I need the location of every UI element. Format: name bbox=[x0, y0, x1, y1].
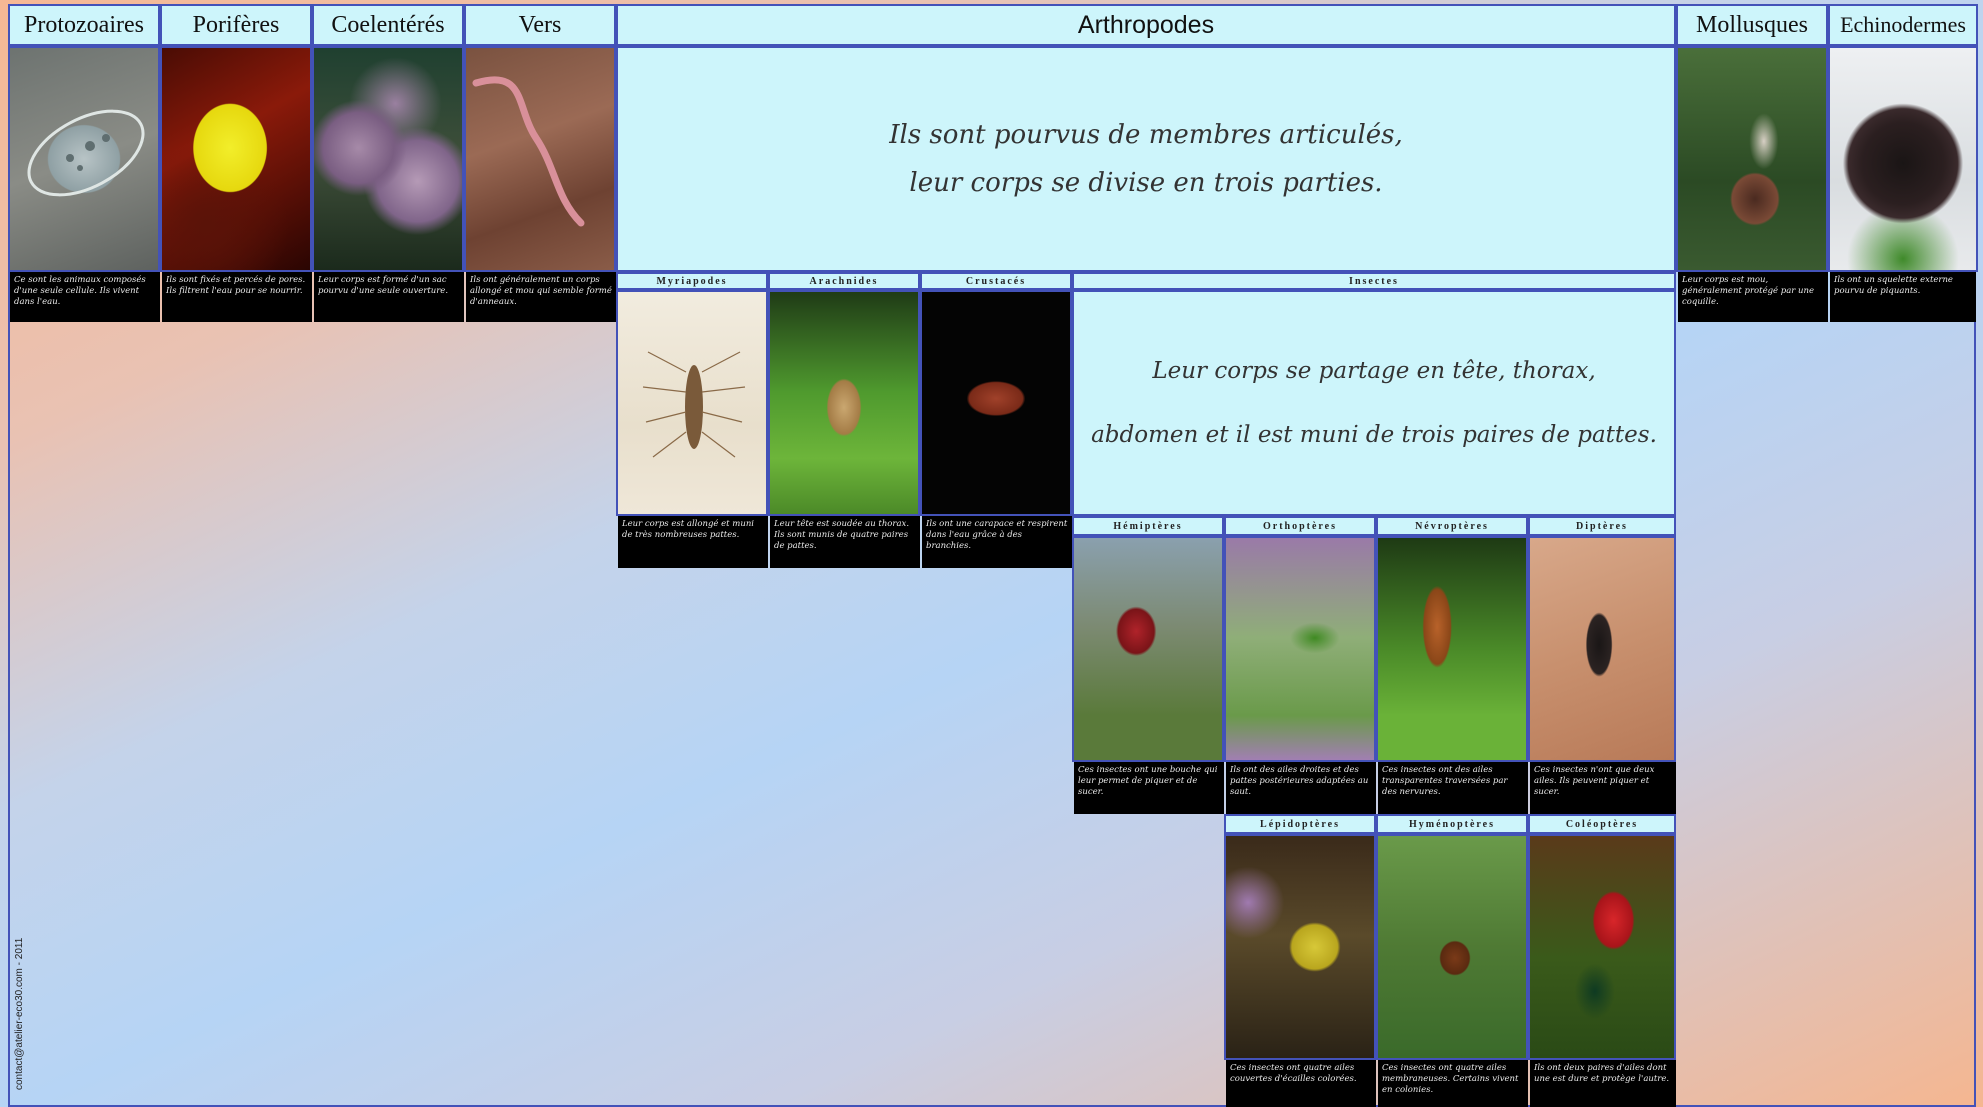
caption-orthopteres: Ils ont des ailes droites et des pattes … bbox=[1226, 762, 1376, 814]
header-vers: Vers bbox=[464, 4, 616, 46]
photo-paramecium bbox=[8, 46, 160, 272]
header-poriferes: Porifères bbox=[160, 4, 312, 46]
header-coelenteres: Coelentérés bbox=[312, 4, 464, 46]
caption-nevropteres: Ces insectes ont des ailes transparentes… bbox=[1378, 762, 1528, 814]
caption-arachnides: Leur tête est soudée au thorax. Ils sont… bbox=[770, 516, 920, 568]
photo-wasp bbox=[1376, 834, 1528, 1060]
subheader-myriapodes: Myriapodes bbox=[616, 272, 768, 290]
subheader-insectes: Insectes bbox=[1072, 272, 1676, 290]
insectes-line-1: Leur corps se partage en tête, thorax, bbox=[1152, 358, 1596, 384]
caption-hemipteres: Ces insectes ont une bouche qui leur per… bbox=[1074, 762, 1224, 814]
header-protozoaires: Protozoaires bbox=[8, 4, 160, 46]
caption-crustaces: Ils ont une carapace et respirent dans l… bbox=[922, 516, 1072, 568]
photo-lacewing bbox=[1376, 536, 1528, 762]
subheader-hemipteres: Hémiptères bbox=[1072, 516, 1224, 536]
photo-butterfly bbox=[1224, 834, 1376, 1060]
photo-worm bbox=[464, 46, 616, 272]
header-echinodermes: Echinodermes bbox=[1828, 4, 1978, 46]
caption-lepidopteres: Ces insectes ont quatre ailes couvertes … bbox=[1226, 1060, 1376, 1107]
caption-coelenteres: Leur corps est formé d'un sac pourvu d'u… bbox=[314, 272, 464, 322]
subheader-crustaces: Crustacés bbox=[920, 272, 1072, 290]
header-arthropodes: Arthropodes bbox=[616, 4, 1676, 46]
caption-dipteres: Ces insectes n'ont que deux ailes. Ils p… bbox=[1530, 762, 1676, 814]
photo-sponge bbox=[160, 46, 312, 272]
photo-grasshopper bbox=[1224, 536, 1376, 762]
worm-illustration bbox=[472, 76, 585, 227]
paramecium-illustration bbox=[27, 109, 145, 197]
photo-beetle bbox=[1528, 834, 1676, 1060]
subheader-lepidopteres: Lépidoptères bbox=[1224, 814, 1376, 834]
arthropodes-line-1: Ils sont pourvus de membres articulés, bbox=[889, 120, 1403, 150]
caption-hymenopteres: Ces insectes ont quatre ailes membraneus… bbox=[1378, 1060, 1528, 1107]
subheader-hymenopteres: Hyménoptères bbox=[1376, 814, 1528, 834]
centipede-illustration bbox=[642, 351, 746, 458]
arthropodes-line-2: leur corps se divise en trois parties. bbox=[909, 168, 1383, 198]
insectes-definition: Leur corps se partage en tête, thorax, a… bbox=[1072, 290, 1676, 516]
subheader-coleopteres: Coléoptères bbox=[1528, 814, 1676, 834]
subheader-orthopteres: Orthoptères bbox=[1224, 516, 1376, 536]
photo-fly bbox=[1528, 536, 1676, 762]
arthropodes-definition: Ils sont pourvus de membres articulés, l… bbox=[616, 46, 1676, 272]
caption-echinodermes: Ils ont un squelette externe pourvu de p… bbox=[1830, 272, 1976, 322]
caption-coleopteres: Ils ont deux paires d'ailes dont une est… bbox=[1530, 1060, 1676, 1107]
photo-sea-urchin bbox=[1828, 46, 1978, 272]
photo-crab bbox=[920, 290, 1072, 516]
caption-protozoaires: Ce sont les animaux composés d'une seule… bbox=[10, 272, 160, 322]
insectes-line-2: abdomen et il est muni de trois paires d… bbox=[1091, 422, 1657, 448]
caption-mollusques: Leur corps est mou, généralement protégé… bbox=[1678, 272, 1828, 322]
photo-shield-bug bbox=[1072, 536, 1224, 762]
photo-centipede bbox=[616, 290, 768, 516]
photo-snail bbox=[1676, 46, 1828, 272]
caption-poriferes: Ils sont fixés et percés de pores. Ils f… bbox=[162, 272, 312, 322]
credit-text: contact@atelier-eco30.com - 2011 bbox=[14, 937, 25, 1090]
subheader-arachnides: Arachnides bbox=[768, 272, 920, 290]
photo-coral bbox=[312, 46, 464, 272]
caption-vers: Ils ont généralement un corps allongé et… bbox=[466, 272, 616, 322]
subheader-nevropteres: Névroptères bbox=[1376, 516, 1528, 536]
photo-spider bbox=[768, 290, 920, 516]
header-mollusques: Mollusques bbox=[1676, 4, 1828, 46]
subheader-dipteres: Diptères bbox=[1528, 516, 1676, 536]
caption-myriapodes: Leur corps est allongé et muni de très n… bbox=[618, 516, 768, 568]
